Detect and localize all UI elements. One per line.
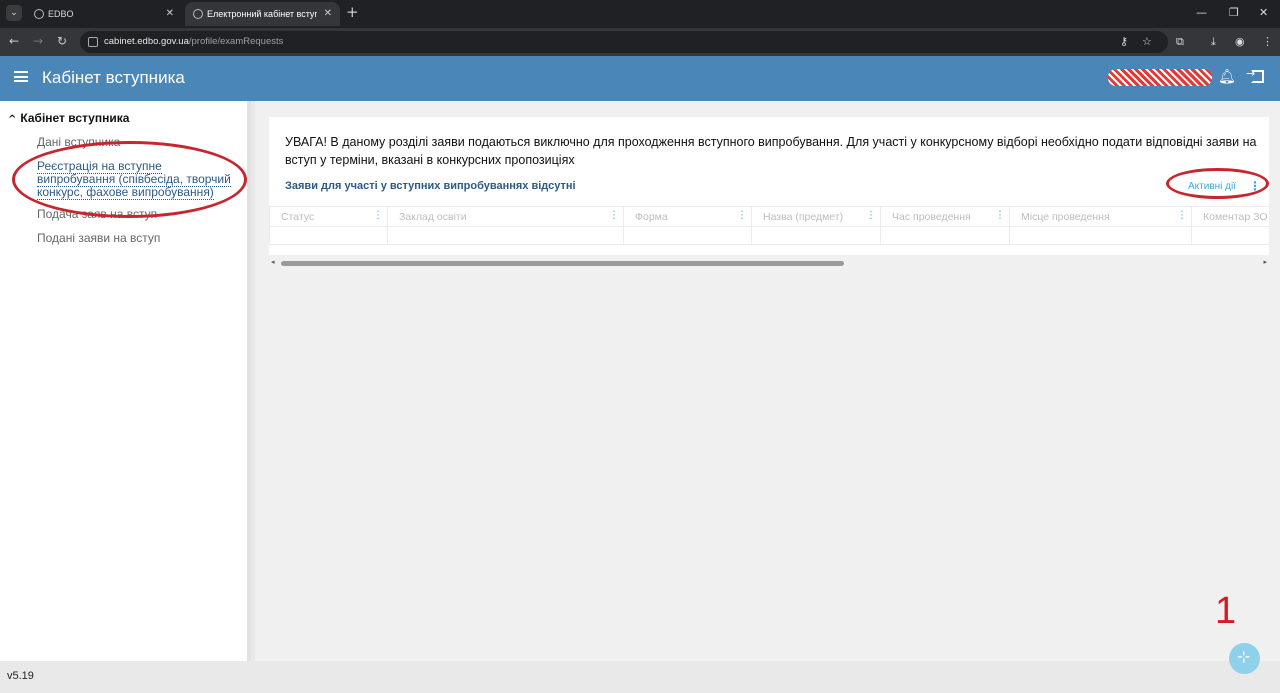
bell-icon[interactable]: 🔔︎ <box>1218 69 1236 85</box>
sidebar-item-submitted-applications[interactable]: Подані заяви на вступ <box>37 232 160 245</box>
minimize-icon[interactable]: — <box>1196 6 1207 19</box>
window-close-icon[interactable]: ✕ <box>1259 6 1268 19</box>
sidebar-heading[interactable]: ^ Кабінет вступника <box>8 111 129 125</box>
column-menu-icon[interactable]: ⋮ <box>866 210 876 221</box>
extensions-icon[interactable]: ⧉ <box>1176 35 1184 49</box>
reload-icon[interactable]: ↻ <box>57 34 67 48</box>
content-card: УВАГА! В даному розділі заяви подаються … <box>269 117 1269 266</box>
horizontal-scrollbar[interactable]: ◂ ▸ <box>271 258 1267 267</box>
column-institution: Заклад освіти ⋮ <box>387 207 623 245</box>
scrollbar-thumb[interactable] <box>281 261 844 266</box>
column-menu-icon[interactable]: ⋮ <box>373 210 383 221</box>
column-menu-icon[interactable]: ⋮ <box>609 210 619 221</box>
exam-requests-table: Статус ⋮ Заклад освіти ⋮ Форма ⋮ Назва (пре… <box>269 206 1269 246</box>
column-header: Назва (предмет) <box>763 211 844 223</box>
chevron-up-icon: ^ <box>8 114 17 125</box>
back-icon[interactable]: ← <box>9 34 19 48</box>
column-time: Час проведення ⋮ <box>880 207 1009 245</box>
column-header: Статус <box>281 211 315 223</box>
table-row-divider <box>269 244 1269 245</box>
user-name-redacted[interactable] <box>1108 69 1212 86</box>
browser-tab-bar: ⌄ EDBO ✕ Електронний кабінет вступника ✕… <box>0 0 1280 28</box>
empty-state-title: Заяви для участі у вступних випробування… <box>285 180 576 192</box>
footer: v5.19 <box>0 661 1280 693</box>
restore-icon[interactable]: ❐ <box>1229 6 1239 19</box>
globe-icon <box>34 9 44 19</box>
browser-toolbar: ← → ↻ cabinet.edbo.gov.ua/profile/examRe… <box>0 28 1280 56</box>
close-icon[interactable]: ✕ <box>324 2 332 26</box>
new-tab-button[interactable]: + <box>346 3 359 21</box>
column-form: Форма ⋮ <box>623 207 751 245</box>
browser-tab[interactable]: EDBO ✕ <box>26 2 182 26</box>
url-text: cabinet.edbo.gov.ua/profile/examRequests <box>104 36 284 47</box>
warning-text: УВАГА! В даному розділі заяви подаються … <box>285 135 1257 167</box>
main-content: УВАГА! В даному розділі заяви подаються … <box>255 101 1280 661</box>
tab-title: EDBO <box>48 9 74 19</box>
logout-icon[interactable] <box>1246 67 1264 83</box>
download-icon[interactable]: ⤓ <box>1211 35 1216 49</box>
column-header: Форма <box>635 211 668 223</box>
floating-action-button[interactable] <box>1229 643 1260 674</box>
scroll-right-icon[interactable]: ▸ <box>1263 258 1267 266</box>
globe-icon <box>193 9 203 19</box>
star-icon[interactable]: ☆ <box>1142 35 1152 48</box>
app-title: Кабінет вступника <box>42 68 185 87</box>
column-menu-icon[interactable]: ⋮ <box>1177 210 1187 221</box>
annotation-ellipse-actions <box>1166 168 1269 199</box>
column-header: Місце проведення <box>1021 211 1110 223</box>
browser-tab-active[interactable]: Електронний кабінет вступника ✕ <box>185 2 340 26</box>
address-bar[interactable]: cabinet.edbo.gov.ua/profile/examRequests… <box>80 31 1168 53</box>
app-header: Кабінет вступника 🔔︎ <box>0 56 1280 101</box>
scroll-left-icon[interactable]: ◂ <box>271 258 275 266</box>
column-header: Заклад освіти <box>399 211 467 223</box>
column-header: Час проведення <box>892 211 971 223</box>
annotation-ellipse-sidebar <box>12 141 247 218</box>
profile-icon[interactable]: ◉ <box>1235 35 1245 48</box>
close-icon[interactable]: ✕ <box>166 2 174 26</box>
column-place: Місце проведення ⋮ <box>1009 207 1191 245</box>
version-label: v5.19 <box>7 670 34 682</box>
menu-icon[interactable] <box>14 71 28 82</box>
more-icon[interactable]: ⋮ <box>1262 35 1273 48</box>
annotation-number: 1 <box>1215 590 1237 632</box>
column-menu-icon[interactable]: ⋮ <box>995 210 1005 221</box>
forward-icon[interactable]: → <box>33 34 43 48</box>
column-comment: Коментар ЗО <box>1191 207 1269 245</box>
tab-search-button[interactable]: ⌄ <box>6 5 22 21</box>
column-menu-icon[interactable]: ⋮ <box>737 210 747 221</box>
column-subject: Назва (предмет) ⋮ <box>751 207 880 245</box>
site-info-icon[interactable] <box>88 37 98 47</box>
key-icon[interactable]: ⚷ <box>1120 35 1128 48</box>
tab-title: Електронний кабінет вступника <box>207 9 317 19</box>
table-header: Статус ⋮ Заклад освіти ⋮ Форма ⋮ Назва (пре… <box>269 206 1269 245</box>
column-header: Коментар ЗО <box>1203 211 1268 223</box>
column-status: Статус ⋮ <box>269 207 387 245</box>
